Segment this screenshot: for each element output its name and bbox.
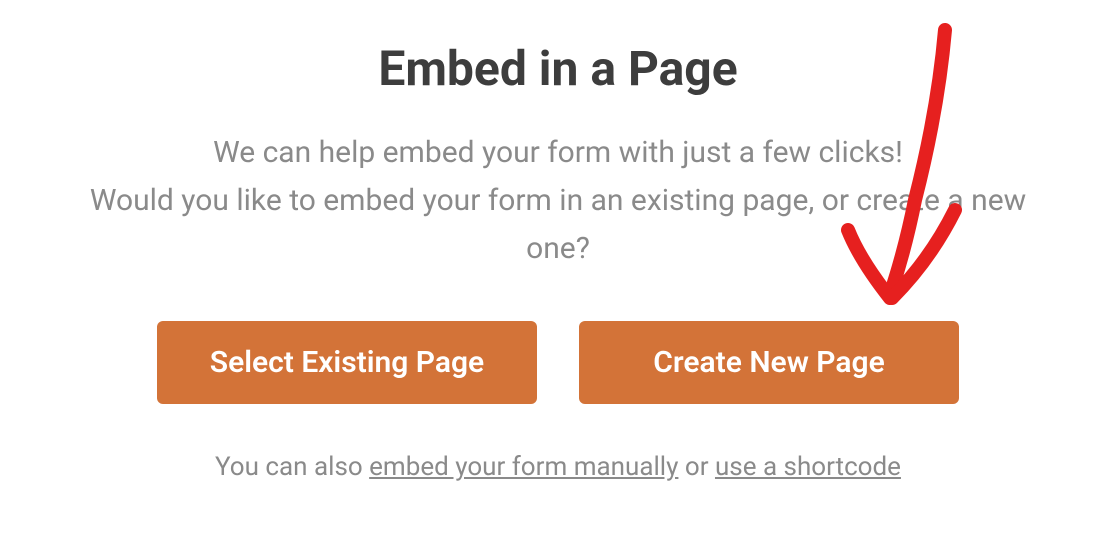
embed-page-modal: Embed in a Page We can help embed your f…	[0, 0, 1116, 502]
modal-description-line2: Would you like to embed your form in an …	[90, 183, 1026, 266]
modal-description: We can help embed your form with just a …	[60, 129, 1056, 273]
button-row: Select Existing Page Create New Page	[60, 321, 1056, 404]
embed-manually-link[interactable]: embed your form manually	[369, 452, 678, 482]
modal-title: Embed in a Page	[60, 40, 1056, 97]
footer-prefix: You can also	[215, 452, 369, 482]
create-new-page-button[interactable]: Create New Page	[579, 321, 959, 404]
use-shortcode-link[interactable]: use a shortcode	[715, 452, 901, 482]
footer-separator: or	[678, 452, 715, 482]
select-existing-page-button[interactable]: Select Existing Page	[157, 321, 537, 404]
modal-description-line1: We can help embed your form with just a …	[213, 135, 903, 170]
footer-text: You can also embed your form manually or…	[60, 452, 1056, 482]
